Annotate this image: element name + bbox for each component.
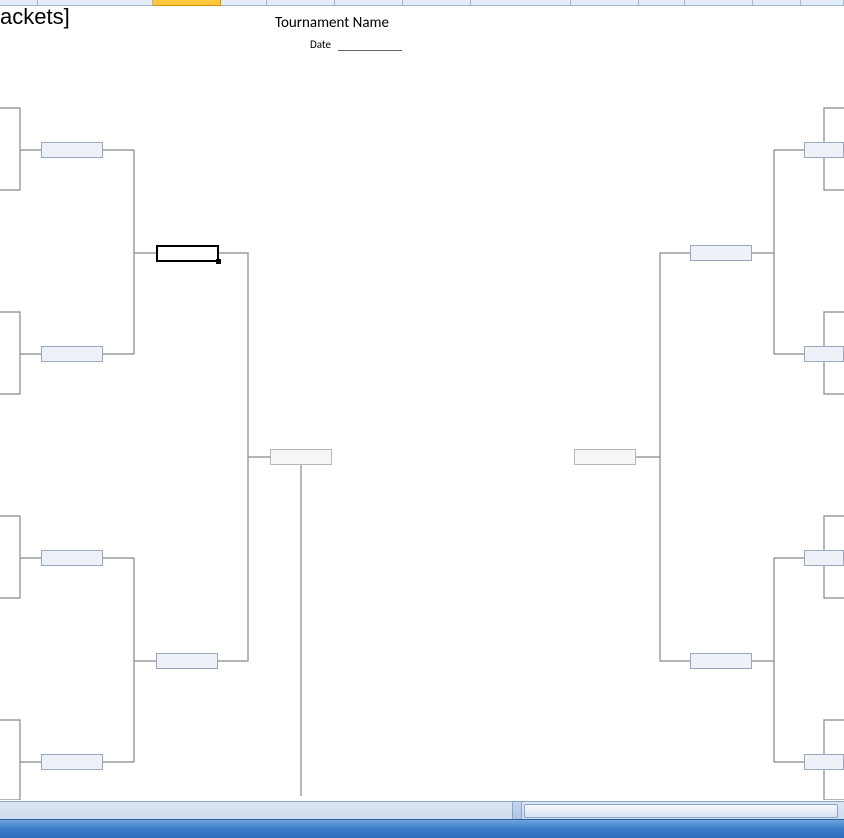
bracket-cell-left_r3-0[interactable] xyxy=(270,449,332,465)
bracket-cell-left_r2-1[interactable] xyxy=(156,653,218,669)
bracket-cell-right_r2-1[interactable] xyxy=(690,653,752,669)
bracket-cell-right_r1-2[interactable] xyxy=(804,550,844,566)
date-label: Date xyxy=(310,38,331,51)
page-title-fragment: ackets] xyxy=(0,4,70,30)
bracket-cell-right_r1-3[interactable] xyxy=(804,754,844,770)
status-bar xyxy=(0,819,844,838)
bracket-cell-right_r2-0[interactable] xyxy=(690,245,752,261)
bracket-cell-left_r1-1[interactable] xyxy=(41,346,103,362)
bracket-cell-right_r3-0[interactable] xyxy=(574,449,636,465)
column-headers xyxy=(0,0,844,6)
bracket-lines xyxy=(0,0,844,800)
tournament-name-label: Tournament Name xyxy=(275,14,389,32)
date-underline xyxy=(338,50,402,51)
scrollbar-splitter[interactable] xyxy=(512,802,522,820)
bracket-cell-left_r2-0[interactable] xyxy=(156,245,219,262)
bracket-cell-left_r1-0[interactable] xyxy=(41,142,103,158)
bracket-cell-left_r1-2[interactable] xyxy=(41,550,103,566)
horizontal-scrollbar[interactable] xyxy=(0,801,844,820)
bracket-cell-right_r1-1[interactable] xyxy=(804,346,844,362)
bracket-cell-left_r1-3[interactable] xyxy=(41,754,103,770)
selection-handle[interactable] xyxy=(216,259,221,264)
bracket-cell-right_r1-0[interactable] xyxy=(804,142,844,158)
scrollbar-thumb[interactable] xyxy=(524,804,838,818)
